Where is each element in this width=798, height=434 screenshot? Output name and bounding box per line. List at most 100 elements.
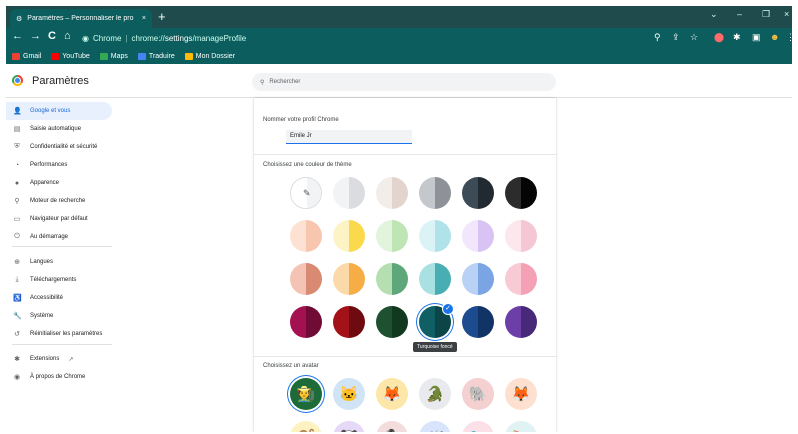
bookmark-maps[interactable]: Maps: [99, 52, 128, 60]
chrome-logo-icon: [12, 75, 23, 86]
sidebar-item-11[interactable]: 🔧 Système: [6, 307, 112, 325]
minimize-button[interactable]: –: [737, 9, 742, 19]
avatar-option[interactable]: 🦊: [505, 378, 537, 410]
theme-swatch[interactable]: [290, 220, 322, 252]
sidebar-item-9[interactable]: ⤓ Téléchargements: [6, 271, 112, 289]
theme-swatch[interactable]: [290, 263, 322, 295]
theme-swatch[interactable]: [462, 220, 494, 252]
sidebar-icon: ⊕: [14, 259, 20, 266]
sidebar-icon: 🔧: [13, 313, 22, 320]
avatar-option[interactable]: 🐱: [333, 378, 365, 410]
sidebar-icon: ▭: [13, 216, 21, 223]
theme-swatch[interactable]: [376, 220, 408, 252]
theme-swatch[interactable]: [333, 220, 365, 252]
sidebar-item-12[interactable]: ↺ Réinitialiser les paramètres: [6, 325, 112, 343]
bookmark-youtube[interactable]: YouTube: [51, 52, 90, 60]
address-bar[interactable]: ◉ Chrome | chrome://settings/manageProfi…: [82, 30, 692, 46]
star-icon[interactable]: ☆: [690, 32, 698, 43]
avatar-option[interactable]: 🐧: [376, 421, 408, 432]
avatar-option[interactable]: 🐼: [333, 421, 365, 432]
adblock-extension-icon[interactable]: ⬤: [714, 32, 724, 43]
bookmark-translate[interactable]: Traduire: [137, 52, 175, 60]
browser-window: ⚙ Paramètres – Personnaliser le pro × + …: [6, 6, 792, 432]
theme-swatch[interactable]: [505, 220, 537, 252]
sidebar-item-label: Système: [30, 313, 54, 319]
sidebar-item-1[interactable]: ▤ Saisie automatique: [6, 120, 112, 138]
external-link-icon: ↗: [68, 356, 74, 363]
sidebar-item-14[interactable]: ◉ À propos de Chrome: [6, 368, 112, 386]
home-button[interactable]: ⌂: [64, 30, 71, 42]
new-tab-button[interactable]: +: [158, 9, 166, 25]
chevron-down-icon[interactable]: ⌄: [710, 9, 718, 20]
avatar-option[interactable]: 🐦: [462, 421, 494, 432]
maximize-button[interactable]: ❐: [762, 9, 770, 20]
theme-swatch[interactable]: ✎: [290, 177, 322, 209]
theme-swatch[interactable]: [333, 263, 365, 295]
translate-icon: [137, 52, 146, 60]
theme-swatch[interactable]: [462, 263, 494, 295]
folder-icon: [184, 52, 193, 60]
theme-swatch[interactable]: [505, 263, 537, 295]
menu-icon[interactable]: ⋮: [786, 32, 792, 43]
bookmark-folder[interactable]: Mon Dossier: [184, 52, 235, 60]
theme-swatch[interactable]: [419, 220, 451, 252]
profile-name-label: Nommer votre profil Chrome: [263, 117, 339, 123]
extensions-puzzle-icon[interactable]: ✱: [733, 32, 741, 43]
tab-strip: ⚙ Paramètres – Personnaliser le pro × + …: [6, 6, 792, 28]
avatar-option[interactable]: 🐊: [419, 378, 451, 410]
sidebar-icon: ⚲: [14, 198, 20, 205]
avatar-option[interactable]: 🐘: [462, 378, 494, 410]
close-tab-icon[interactable]: ×: [142, 15, 146, 22]
reload-button[interactable]: C: [48, 30, 56, 42]
share-icon[interactable]: ⇪: [672, 32, 680, 43]
sidebar-item-2[interactable]: ⛨ Confidentialité et sécurité: [6, 138, 112, 156]
tab-title: Paramètres – Personnaliser le pro: [27, 15, 134, 22]
theme-swatch[interactable]: [419, 177, 451, 209]
avatar-option[interactable]: 🧑‍🌾: [290, 378, 322, 410]
sidebar-item-0[interactable]: 👤 Google et vous: [6, 102, 112, 120]
avatar-option[interactable]: 🐒: [290, 421, 322, 432]
manage-profile-card: Nommer votre profil Chrome Emile Jr Choi…: [254, 98, 556, 432]
theme-swatch[interactable]: [505, 177, 537, 209]
sidebar-item-label: Extensions: [30, 356, 60, 362]
pencil-icon: ✎: [303, 188, 311, 198]
sidebar-item-8[interactable]: ⊕ Langues: [6, 253, 112, 271]
theme-swatch[interactable]: [505, 306, 537, 338]
theme-swatch[interactable]: [376, 263, 408, 295]
divider: [254, 154, 556, 155]
theme-swatch[interactable]: [333, 177, 365, 209]
theme-swatch[interactable]: [462, 306, 494, 338]
profile-avatar[interactable]: ☻: [770, 32, 779, 42]
theme-swatch[interactable]: [462, 177, 494, 209]
avatar-option[interactable]: 🦋: [419, 421, 451, 432]
sidebar-icon: ◉: [13, 374, 21, 381]
sidebar-item-7[interactable]: ⏻ Au démarrage: [6, 228, 112, 246]
bookmark-gmail[interactable]: Gmail: [12, 52, 41, 60]
zoom-icon[interactable]: ⚲: [654, 32, 661, 43]
sidebar-item-10[interactable]: ♿ Accessibilité: [6, 289, 112, 307]
sidebar-item-4[interactable]: ● Apparence: [6, 174, 112, 192]
page-title: Paramètres: [32, 75, 89, 87]
theme-swatch[interactable]: [376, 306, 408, 338]
theme-swatch[interactable]: [290, 306, 322, 338]
gear-icon: ⚙: [16, 15, 23, 23]
sidebar-item-6[interactable]: ▭ Navigateur par défaut: [6, 210, 112, 228]
sidebar-item-13[interactable]: ✱ Extensions ↗: [6, 350, 112, 368]
side-panel-icon[interactable]: ▣: [752, 32, 761, 43]
forward-button[interactable]: →: [30, 30, 41, 42]
theme-color-label: Choisissez une couleur de thème: [263, 162, 352, 168]
theme-swatch[interactable]: [419, 263, 451, 295]
sidebar-item-3[interactable]: ◔ Performances: [6, 156, 112, 174]
tab-settings[interactable]: ⚙ Paramètres – Personnaliser le pro ×: [10, 9, 152, 28]
theme-swatch[interactable]: [376, 177, 408, 209]
back-button[interactable]: ←: [12, 30, 23, 42]
sidebar-item-5[interactable]: ⚲ Moteur de recherche: [6, 192, 112, 210]
chrome-icon: ◉: [82, 33, 89, 43]
profile-name-input[interactable]: Emile Jr: [286, 130, 412, 144]
settings-search-input[interactable]: ⚲ Rechercher: [252, 73, 556, 91]
close-window-button[interactable]: ×: [784, 9, 789, 19]
sidebar-item-label: Google et vous: [30, 108, 71, 114]
avatar-option[interactable]: 🍉: [505, 421, 537, 432]
theme-swatch[interactable]: [333, 306, 365, 338]
avatar-option[interactable]: 🦊: [376, 378, 408, 410]
